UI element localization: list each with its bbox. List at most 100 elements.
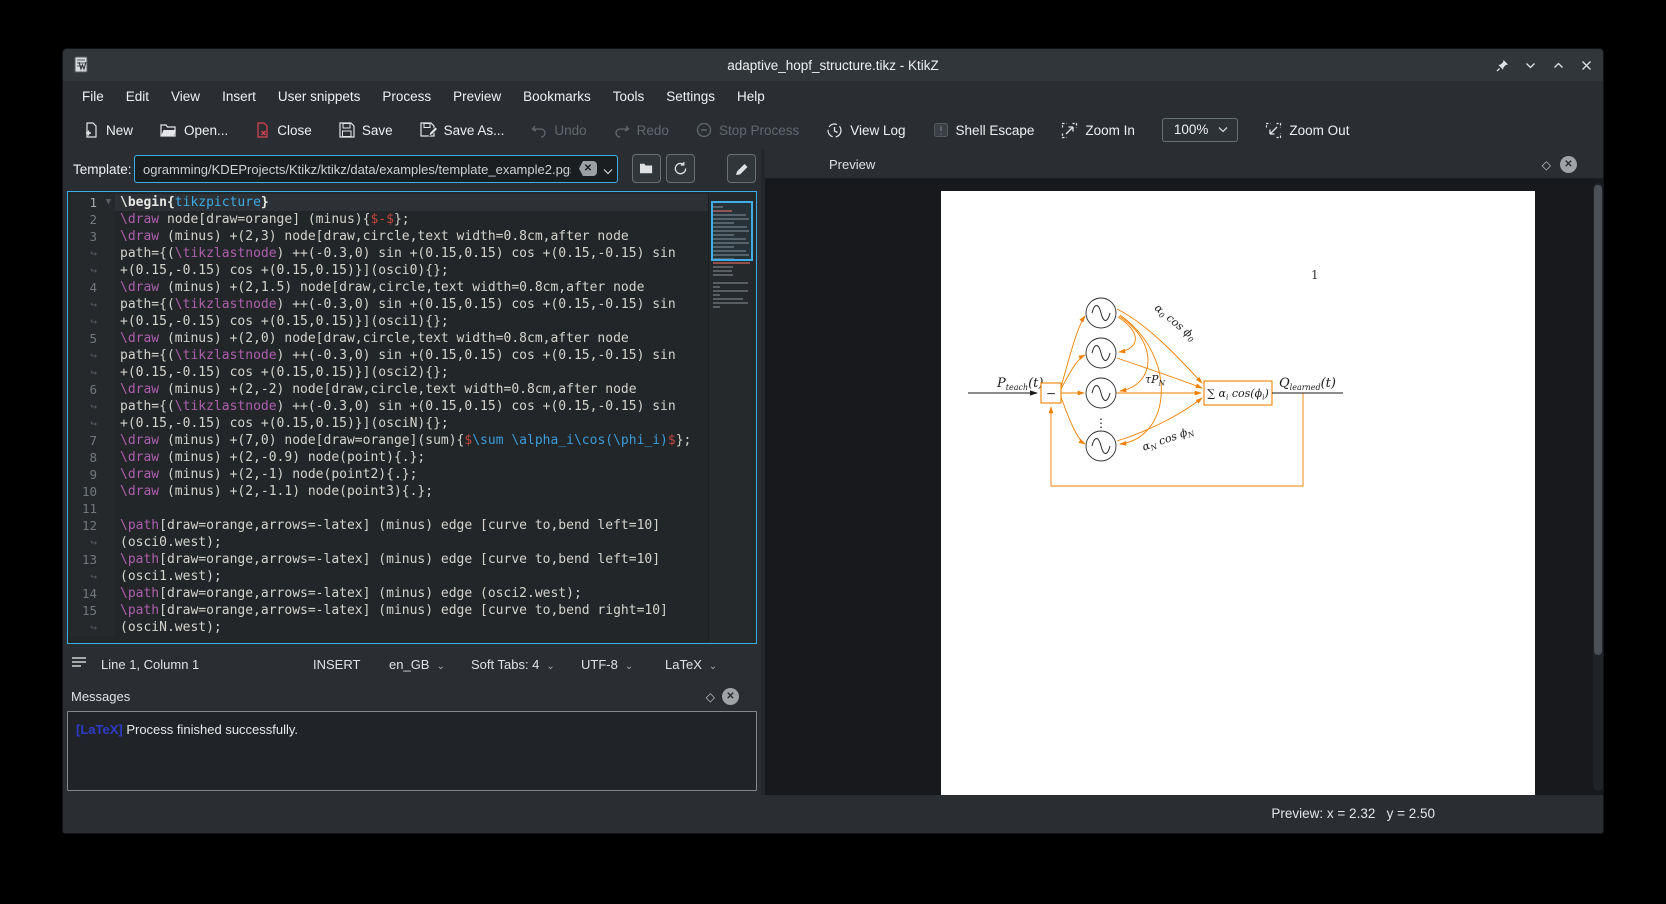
code-line: 15 \path[draw=orange,arrows=-latex] (minu… xyxy=(68,602,756,619)
tab-mode-select[interactable]: Soft Tabs: 4 ⌄ xyxy=(471,657,555,672)
close-panel-icon[interactable]: ✕ xyxy=(722,688,739,705)
template-dropdown-icon[interactable] xyxy=(603,162,613,180)
code-text: +(0.15,-0.15) cos +(0.15,0.15)}](osci2){… xyxy=(120,365,449,380)
syntax-select[interactable]: LaTeX ⌄ xyxy=(665,657,717,672)
menu-preview[interactable]: Preview xyxy=(442,85,512,108)
menu-edit[interactable]: Edit xyxy=(115,85,160,108)
zoom-in-button[interactable]: Zoom In xyxy=(1061,122,1135,139)
fold-marker-icon xyxy=(102,517,115,534)
coupling-0-1 xyxy=(1117,316,1136,354)
undo-button[interactable]: Undo xyxy=(531,123,587,138)
fold-marker-icon xyxy=(102,398,115,415)
code-line: 2 \draw node[draw=orange] (minus){$-$}; xyxy=(68,211,756,228)
code-line: ↪ +(0.15,-0.15) cos +(0.15,0.15)}](osci0)… xyxy=(68,262,756,279)
menu-file[interactable]: File xyxy=(71,85,115,108)
minimap-line xyxy=(713,306,720,308)
fold-marker-icon xyxy=(102,313,115,330)
minimap-line xyxy=(713,270,732,272)
save-icon xyxy=(339,122,355,138)
minimap-line xyxy=(713,266,733,268)
dictionary-select[interactable]: en_GB ⌄ xyxy=(389,657,445,672)
float-panel-icon[interactable]: ◇ xyxy=(706,690,715,704)
line-number: 14 xyxy=(68,585,102,602)
preview-header: Preview ◇ ✕ xyxy=(765,151,1603,179)
maximize-icon[interactable] xyxy=(1549,56,1567,74)
zoom-level-combobox[interactable]: 100% xyxy=(1161,118,1239,142)
template-input[interactable] xyxy=(134,155,618,183)
cursor-position[interactable]: Line 1, Column 1 xyxy=(101,657,199,672)
shell-escape-button[interactable]: Shell Escape xyxy=(933,122,1034,138)
messages-output[interactable]: [LaTeX] Process finished successfully. xyxy=(67,711,757,791)
chevron-down-icon: ⌄ xyxy=(436,661,445,672)
code-line: 13 \path[draw=orange,arrows=-latex] (minu… xyxy=(68,551,756,568)
open-button[interactable]: Open... xyxy=(160,123,228,138)
minus-sign: − xyxy=(1046,387,1056,401)
bottom-status-bar: Preview: x = 2.32 y = 2.50 xyxy=(63,795,1603,833)
minimap[interactable] xyxy=(708,192,756,643)
menu-view[interactable]: View xyxy=(160,85,211,108)
line-number: 12 xyxy=(68,517,102,534)
preview-scrollbar-thumb[interactable] xyxy=(1594,185,1602,655)
save-button[interactable]: Save xyxy=(339,122,393,138)
menu-settings[interactable]: Settings xyxy=(655,85,726,108)
menu-process[interactable]: Process xyxy=(371,85,442,108)
zoom-out-button[interactable]: Zoom Out xyxy=(1265,122,1349,139)
view-log-icon xyxy=(827,122,842,138)
stop-process-button[interactable]: Stop Process xyxy=(696,122,799,138)
menu-bookmarks[interactable]: Bookmarks xyxy=(512,85,602,108)
template-browse-button[interactable] xyxy=(632,154,661,183)
close-panel-icon[interactable]: ✕ xyxy=(1560,156,1577,173)
fold-marker-icon xyxy=(102,619,115,636)
preview-page[interactable]: 1 Pteach(t) − ⋮ τPN α0 cos ϕ0 αN cos ϕN … xyxy=(941,191,1535,795)
view-log-button[interactable]: View Log xyxy=(826,122,906,139)
template-reload-button[interactable] xyxy=(666,154,695,183)
shade-icon[interactable] xyxy=(1521,56,1539,74)
hamburger-icon[interactable] xyxy=(71,655,87,672)
preview-scrollbar[interactable] xyxy=(1593,183,1603,791)
new-button[interactable]: New xyxy=(83,122,133,138)
edge-minus-osci0 xyxy=(1060,315,1086,388)
fold-marker-icon[interactable]: ▼ xyxy=(102,194,115,211)
code-text: path={(\tikzlastnode) ++(-0.3,0) sin +(0… xyxy=(120,399,676,414)
fold-marker-icon xyxy=(102,551,115,568)
refresh-icon xyxy=(674,161,687,175)
fold-marker-icon xyxy=(102,415,115,432)
code-line: ↪ (osci1.west); xyxy=(68,568,756,585)
code-text: \draw (minus) +(7,0) node[draw=orange](s… xyxy=(120,433,692,448)
folder-icon xyxy=(640,163,653,174)
title-bar[interactable]: adaptive_hopf_structure.tikz - KtikZ xyxy=(63,49,1603,81)
fold-marker-icon xyxy=(102,211,115,228)
preview-title: Preview xyxy=(829,157,876,172)
sum-label: ∑ αi cos(ϕi) xyxy=(1207,387,1269,402)
line-number: 6 xyxy=(68,381,102,398)
close-window-icon[interactable] xyxy=(1577,56,1595,74)
save-as-button[interactable]: Save As... xyxy=(419,122,504,138)
code-text: (osciN.west); xyxy=(120,620,222,635)
pin-icon[interactable] xyxy=(1493,56,1511,74)
code-text: \draw (minus) +(2,0) node[draw,circle,te… xyxy=(120,331,629,346)
menu-user-snippets[interactable]: User snippets xyxy=(267,85,372,108)
close-button[interactable]: Close xyxy=(255,122,312,138)
input-mode[interactable]: INSERT xyxy=(313,657,360,672)
menu-help[interactable]: Help xyxy=(726,85,776,108)
chevron-down-icon xyxy=(1218,127,1228,133)
redo-button[interactable]: Redo xyxy=(614,123,669,138)
code-line: 12 \path[draw=orange,arrows=-latex] (minu… xyxy=(68,517,756,534)
menu-insert[interactable]: Insert xyxy=(211,85,267,108)
fold-marker-icon xyxy=(102,602,115,619)
encoding-select[interactable]: UTF-8 ⌄ xyxy=(581,657,633,672)
line-number: 13 xyxy=(68,551,102,568)
line-number: 11 xyxy=(68,500,102,517)
editor-rows: 1 ▼ \begin{tikzpicture} 2 \draw node[draw=or… xyxy=(68,194,756,636)
template-edit-button[interactable] xyxy=(727,154,756,183)
save-as-icon xyxy=(419,122,437,137)
code-editor[interactable]: 1 ▼ \begin{tikzpicture} 2 \draw node[draw=or… xyxy=(67,191,757,644)
line-number: 3 xyxy=(68,228,102,245)
menu-tools[interactable]: Tools xyxy=(602,85,656,108)
minimap-viewport[interactable] xyxy=(711,201,753,261)
float-panel-icon[interactable]: ◇ xyxy=(1542,158,1551,172)
line-number: 4 xyxy=(68,279,102,296)
pencil-icon xyxy=(735,163,747,175)
chevron-down-icon: ⌄ xyxy=(624,661,634,672)
